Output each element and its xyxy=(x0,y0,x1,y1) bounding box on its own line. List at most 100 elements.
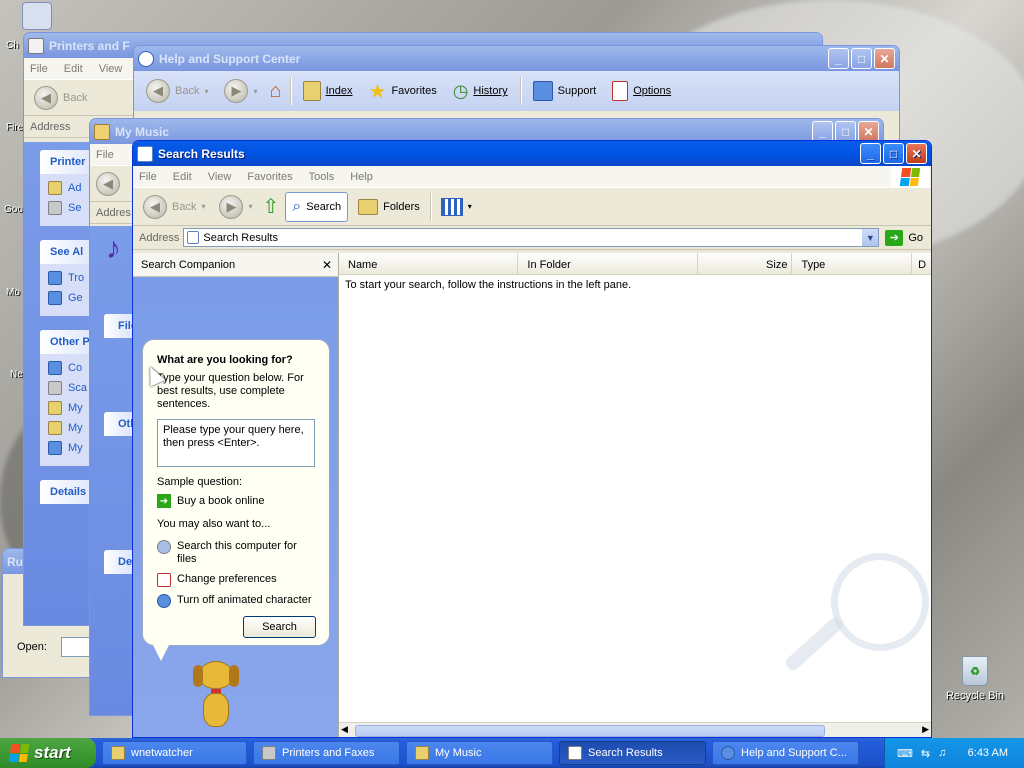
rover-dog-icon[interactable] xyxy=(189,661,245,731)
help-titlebar[interactable]: Help and Support Center _ □ ✕ xyxy=(134,46,899,71)
results-header-row: Name In Folder Size Type D xyxy=(339,253,931,275)
book-icon xyxy=(302,81,321,101)
desktop-icon-label: Ch xyxy=(6,40,19,51)
close-button[interactable]: ✕ xyxy=(858,121,879,142)
search-back-button[interactable]: ◀ Back ▾ xyxy=(139,192,209,222)
go-button[interactable]: ➔ Go xyxy=(883,229,925,246)
up-folder-icon[interactable]: ⇧ xyxy=(263,194,280,219)
printers-back-button[interactable]: ◀ Back xyxy=(30,83,91,113)
option-turn-off-character[interactable]: Turn off animated character xyxy=(157,594,315,608)
printer-icon xyxy=(262,746,276,760)
history-button[interactable]: ◷ History xyxy=(449,78,512,105)
menu-file[interactable]: File xyxy=(96,149,114,161)
companion-speech-bubble: What are you looking for? Type your ques… xyxy=(142,339,330,646)
search-results-icon xyxy=(568,746,582,760)
sample-question-link[interactable]: ➔ Buy a book online xyxy=(157,494,315,508)
windows-logo-icon xyxy=(891,166,929,188)
home-icon[interactable]: ⌂ xyxy=(270,80,282,103)
help-back-button[interactable]: ◀ Back ▾ xyxy=(142,76,212,106)
printers-title: Printers and F xyxy=(49,38,130,53)
search-window-controls: _ □ ✕ xyxy=(860,143,927,164)
close-button[interactable]: ✕ xyxy=(906,143,927,164)
recycle-bin-icon: ♻ xyxy=(962,656,988,686)
task-search-results[interactable]: Search Results xyxy=(559,741,706,765)
menu-view[interactable]: View xyxy=(99,63,123,75)
back-arrow-icon[interactable]: ◀ xyxy=(96,171,120,196)
keyboard-icon[interactable]: ⌨ xyxy=(897,747,913,760)
column-date[interactable]: D xyxy=(912,253,931,274)
address-input[interactable]: Search Results ▼ xyxy=(183,228,880,247)
column-size[interactable]: Size xyxy=(698,253,793,274)
menu-file[interactable]: File xyxy=(30,63,48,75)
search-title: Search Results xyxy=(158,146,245,161)
music-title: My Music xyxy=(115,124,170,139)
companion-header: Search Companion ✕ xyxy=(133,253,338,277)
maximize-button[interactable]: □ xyxy=(835,121,856,142)
folder-icon xyxy=(111,746,125,760)
bubble-search-button[interactable]: Search xyxy=(243,616,316,638)
close-button[interactable]: ✕ xyxy=(874,48,895,69)
control-panel-icon xyxy=(48,361,62,375)
task-wnetwatcher[interactable]: wnetwatcher xyxy=(102,741,247,765)
magnifier-icon: ⌕ xyxy=(292,197,302,215)
menu-favorites[interactable]: Favorites xyxy=(247,171,292,183)
minimize-button[interactable]: _ xyxy=(828,48,849,69)
horizontal-scrollbar[interactable]: ◀ ▶ xyxy=(339,722,931,737)
query-textarea[interactable]: Please type your query here, then press … xyxy=(157,419,315,467)
help-icon xyxy=(721,746,735,760)
column-type[interactable]: Type xyxy=(792,253,913,274)
maximize-button[interactable]: □ xyxy=(851,48,872,69)
desktop-icon-ch[interactable] xyxy=(22,2,52,30)
menu-file[interactable]: File xyxy=(139,171,157,183)
menu-edit[interactable]: Edit xyxy=(64,63,83,75)
menu-help[interactable]: Help xyxy=(350,171,373,183)
menu-tools[interactable]: Tools xyxy=(309,171,335,183)
scrollbar-thumb[interactable] xyxy=(355,725,825,737)
option-change-preferences[interactable]: Change preferences xyxy=(157,573,315,587)
run-open-label: Open: xyxy=(17,641,47,653)
favorites-button[interactable]: ★ Favorites xyxy=(365,76,441,107)
task-printers[interactable]: Printers and Faxes xyxy=(253,741,400,765)
scanner-icon xyxy=(48,381,62,395)
menu-view[interactable]: View xyxy=(208,171,232,183)
views-grid-icon xyxy=(440,197,463,216)
back-arrow-icon: ◀ xyxy=(34,85,58,110)
minimize-button[interactable]: _ xyxy=(860,143,881,164)
task-my-music[interactable]: My Music xyxy=(406,741,553,765)
column-name[interactable]: Name xyxy=(339,253,519,274)
search-results-icon xyxy=(187,231,200,244)
network-icon[interactable]: ⇆ xyxy=(921,747,930,760)
folders-button[interactable]: Folders xyxy=(354,196,424,218)
search-forward-button[interactable]: ▶ ▾ xyxy=(215,192,256,222)
music-window-controls: _ □ ✕ xyxy=(812,121,879,142)
help-forward-button[interactable]: ▶ ▾ xyxy=(220,76,261,106)
scroll-left-icon[interactable]: ◀ xyxy=(341,724,348,735)
taskbar: start wnetwatcher Printers and Faxes My … xyxy=(0,738,1024,768)
search-titlebar[interactable]: Search Results _ □ ✕ xyxy=(133,141,931,166)
index-button[interactable]: Index xyxy=(299,78,357,104)
support-button[interactable]: Support xyxy=(529,78,601,104)
chevron-down-icon: ▾ xyxy=(201,202,206,211)
volume-icon[interactable]: ♫ xyxy=(938,747,946,759)
computer-icon xyxy=(48,441,62,455)
globe-icon xyxy=(157,594,171,608)
search-button[interactable]: ⌕ Search xyxy=(285,191,349,222)
back-label: Back xyxy=(63,91,88,104)
option-search-computer[interactable]: Search this computer for files xyxy=(157,540,315,566)
recycle-bin[interactable]: ♻ Recycle Bin xyxy=(940,656,1010,712)
maximize-button[interactable]: □ xyxy=(883,143,904,164)
search-window[interactable]: Search Results _ □ ✕ File Edit View Favo… xyxy=(132,140,932,738)
minimize-button[interactable]: _ xyxy=(812,121,833,142)
close-icon[interactable]: ✕ xyxy=(322,258,332,272)
clock[interactable]: 6:43 AM xyxy=(968,747,1008,759)
dropdown-arrow-icon[interactable]: ▼ xyxy=(862,229,879,246)
views-button[interactable]: ▾ xyxy=(437,195,476,219)
menu-edit[interactable]: Edit xyxy=(173,171,192,183)
task-help-support[interactable]: Help and Support C... xyxy=(712,741,859,765)
column-in-folder[interactable]: In Folder xyxy=(518,253,698,274)
run-title: Ru xyxy=(7,554,23,569)
chevron-down-icon: ▾ xyxy=(204,86,209,96)
options-button[interactable]: Options xyxy=(608,78,675,104)
start-button[interactable]: start xyxy=(0,738,96,768)
scroll-right-icon[interactable]: ▶ xyxy=(922,724,929,735)
